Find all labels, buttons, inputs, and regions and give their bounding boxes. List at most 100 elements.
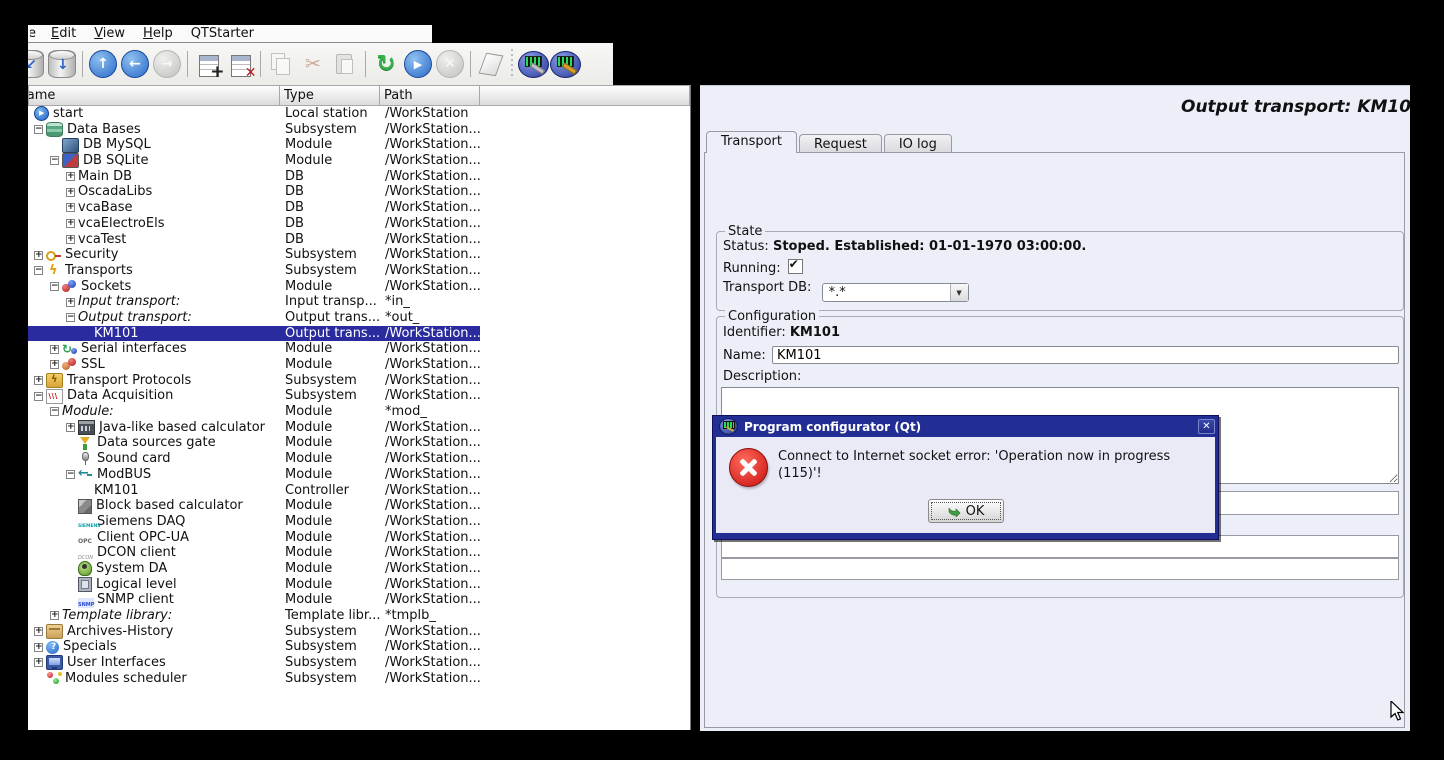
expand-icon[interactable]: + [34, 658, 43, 667]
tree-row[interactable]: Siemens DAQModule/WorkStation... [28, 514, 690, 530]
tree-row[interactable]: −Data BasesSubsystem/WorkStation... [28, 122, 690, 138]
tree-row[interactable]: +vcaBaseDB/WorkStation... [28, 200, 690, 216]
tree-row[interactable]: −TransportsSubsystem/WorkStation... [28, 263, 690, 279]
tree-cell-path: /WorkStation... [380, 122, 480, 138]
screen: File EditViewHelpQTStarter ✂ ↻ Name Type P… [0, 0, 1444, 760]
menu-item-help[interactable]: Help [134, 26, 182, 42]
menu-item-cropped[interactable]: File [30, 26, 36, 41]
tree-row[interactable]: +Template library:Template libr...*tmplb… [28, 608, 690, 624]
tree-row[interactable]: Client OPC-UAModule/WorkStation... [28, 530, 690, 546]
tree-row[interactable]: +SecuritySubsystem/WorkStation... [28, 247, 690, 263]
expand-icon[interactable]: + [66, 172, 75, 181]
tree-row[interactable]: −ModBUSModule/WorkStation... [28, 467, 690, 483]
save-to-db-button[interactable] [46, 45, 78, 83]
go-forward-button[interactable] [151, 45, 183, 83]
tab-io-log[interactable]: IO log [884, 134, 952, 153]
close-icon[interactable]: ✕ [1198, 419, 1215, 434]
tree-row[interactable]: Sound cardModule/WorkStation... [28, 451, 690, 467]
qtcfg-module-button[interactable] [517, 45, 549, 83]
up-level-button[interactable] [87, 45, 119, 83]
expand-icon[interactable]: + [34, 627, 43, 636]
name-input[interactable] [772, 346, 1399, 364]
collapse-icon[interactable]: − [50, 156, 59, 165]
tree-row[interactable]: −Data AcquisitionSubsystem/WorkStation..… [28, 388, 690, 404]
cut-item-button[interactable]: ✂ [297, 45, 329, 83]
load-from-db-button[interactable] [28, 45, 46, 83]
vision-module-button[interactable] [549, 45, 581, 83]
copy-item-button[interactable] [265, 45, 297, 83]
dialog-titlebar[interactable]: Program configurator (Qt) ✕ [716, 416, 1215, 437]
collapse-icon[interactable]: − [34, 266, 43, 275]
tab-request[interactable]: Request [799, 134, 882, 153]
toolbar-handle[interactable] [507, 49, 517, 79]
tree-row[interactable]: Logical levelModule/WorkStation... [28, 577, 690, 593]
tree-row[interactable]: +Archives-HistorySubsystem/WorkStation..… [28, 624, 690, 640]
start-button[interactable] [402, 45, 434, 83]
chevron-down-icon[interactable]: ▼ [950, 284, 968, 301]
expand-icon[interactable]: + [50, 345, 59, 354]
tree-row[interactable]: +vcaTestDB/WorkStation... [28, 232, 690, 248]
tree-row[interactable]: −Output transport:Output trans...*out_ [28, 310, 690, 326]
collapse-icon[interactable]: − [34, 392, 43, 401]
tree-row[interactable]: +User InterfacesSubsystem/WorkStation... [28, 655, 690, 671]
clean-button[interactable] [475, 45, 507, 83]
tree-header-name[interactable]: Name [28, 85, 280, 106]
tree-row[interactable]: Block based calculatorModule/WorkStation… [28, 498, 690, 514]
tree-row[interactable]: +vcaElectroElsDB/WorkStation... [28, 216, 690, 232]
collapse-icon[interactable]: − [66, 313, 75, 322]
collapse-icon[interactable]: − [34, 125, 43, 134]
expand-icon[interactable]: + [34, 376, 43, 385]
expand-icon[interactable]: + [34, 251, 43, 260]
tree-row[interactable]: DCON clientModule/WorkStation... [28, 545, 690, 561]
tree-row[interactable]: −Module:Module*mod_ [28, 404, 690, 420]
running-checkbox[interactable] [788, 259, 803, 274]
tree-row[interactable]: Modules schedulerSubsystem/WorkStation..… [28, 671, 690, 687]
tree-row[interactable]: KM101Output trans.../WorkStation... [28, 326, 690, 342]
menu-item-view[interactable]: View [85, 26, 134, 42]
delete-item-button[interactable] [224, 45, 256, 83]
expand-icon[interactable]: + [66, 203, 75, 212]
collapse-icon[interactable]: − [50, 407, 59, 416]
transport-db-select[interactable]: *.* ▼ [822, 283, 969, 302]
go-back-button[interactable] [119, 45, 151, 83]
tree-row[interactable]: startLocal station/WorkStation [28, 106, 690, 122]
refresh-button[interactable]: ↻ [370, 45, 402, 83]
menu-item-edit[interactable]: Edit [42, 26, 85, 42]
tree-row[interactable]: +Input transport:Input transp...*in_ [28, 294, 690, 310]
tree-row[interactable]: System DAModule/WorkStation... [28, 561, 690, 577]
tree-row[interactable]: DB MySQLModule/WorkStation... [28, 137, 690, 153]
tree-header-type[interactable]: Type [280, 85, 380, 106]
menu-item-qtstarter[interactable]: QTStarter [182, 26, 263, 42]
paste-item-button[interactable] [329, 45, 361, 83]
tab-transport[interactable]: Transport [706, 131, 797, 153]
tree-row[interactable]: +SSLModule/WorkStation... [28, 357, 690, 373]
tree-row[interactable]: KM101Controller/WorkStation... [28, 483, 690, 499]
collapse-icon[interactable]: − [50, 282, 59, 291]
expand-icon[interactable]: + [66, 188, 75, 197]
tree-row[interactable]: +Java-like based calculatorModule/WorkSt… [28, 420, 690, 436]
ok-button[interactable]: OK [928, 499, 1004, 523]
covered-field-3[interactable] [721, 558, 1399, 580]
tree-row[interactable]: +Main DBDB/WorkStation... [28, 169, 690, 185]
tree-row[interactable]: SNMP clientModule/WorkStation... [28, 592, 690, 608]
tree-row[interactable]: +OscadaLibsDB/WorkStation... [28, 184, 690, 200]
stop-button[interactable] [434, 45, 466, 83]
expand-icon[interactable]: + [66, 235, 75, 244]
tree-cell-path: /WorkStation... [380, 671, 480, 687]
add-item-button[interactable] [192, 45, 224, 83]
expand-icon[interactable]: + [50, 611, 59, 620]
tree-row[interactable]: +Transport ProtocolsSubsystem/WorkStatio… [28, 373, 690, 389]
expand-icon[interactable]: + [66, 298, 75, 307]
dialog-body: Connect to Internet socket error: 'Opera… [716, 437, 1215, 533]
expand-icon[interactable]: + [50, 360, 59, 369]
tree-row[interactable]: −SocketsModule/WorkStation... [28, 279, 690, 295]
tree-row[interactable]: Data sources gateModule/WorkStation... [28, 435, 690, 451]
expand-icon[interactable]: + [66, 423, 75, 432]
tree-row[interactable]: −DB SQLiteModule/WorkStation... [28, 153, 690, 169]
collapse-icon[interactable]: − [66, 470, 75, 479]
tree-row[interactable]: +SpecialsSubsystem/WorkStation... [28, 639, 690, 655]
expand-icon[interactable]: + [66, 219, 75, 228]
tree-header-path[interactable]: Path [380, 85, 480, 106]
tree-row[interactable]: +Serial interfacesModule/WorkStation... [28, 341, 690, 357]
expand-icon[interactable]: + [34, 643, 43, 652]
